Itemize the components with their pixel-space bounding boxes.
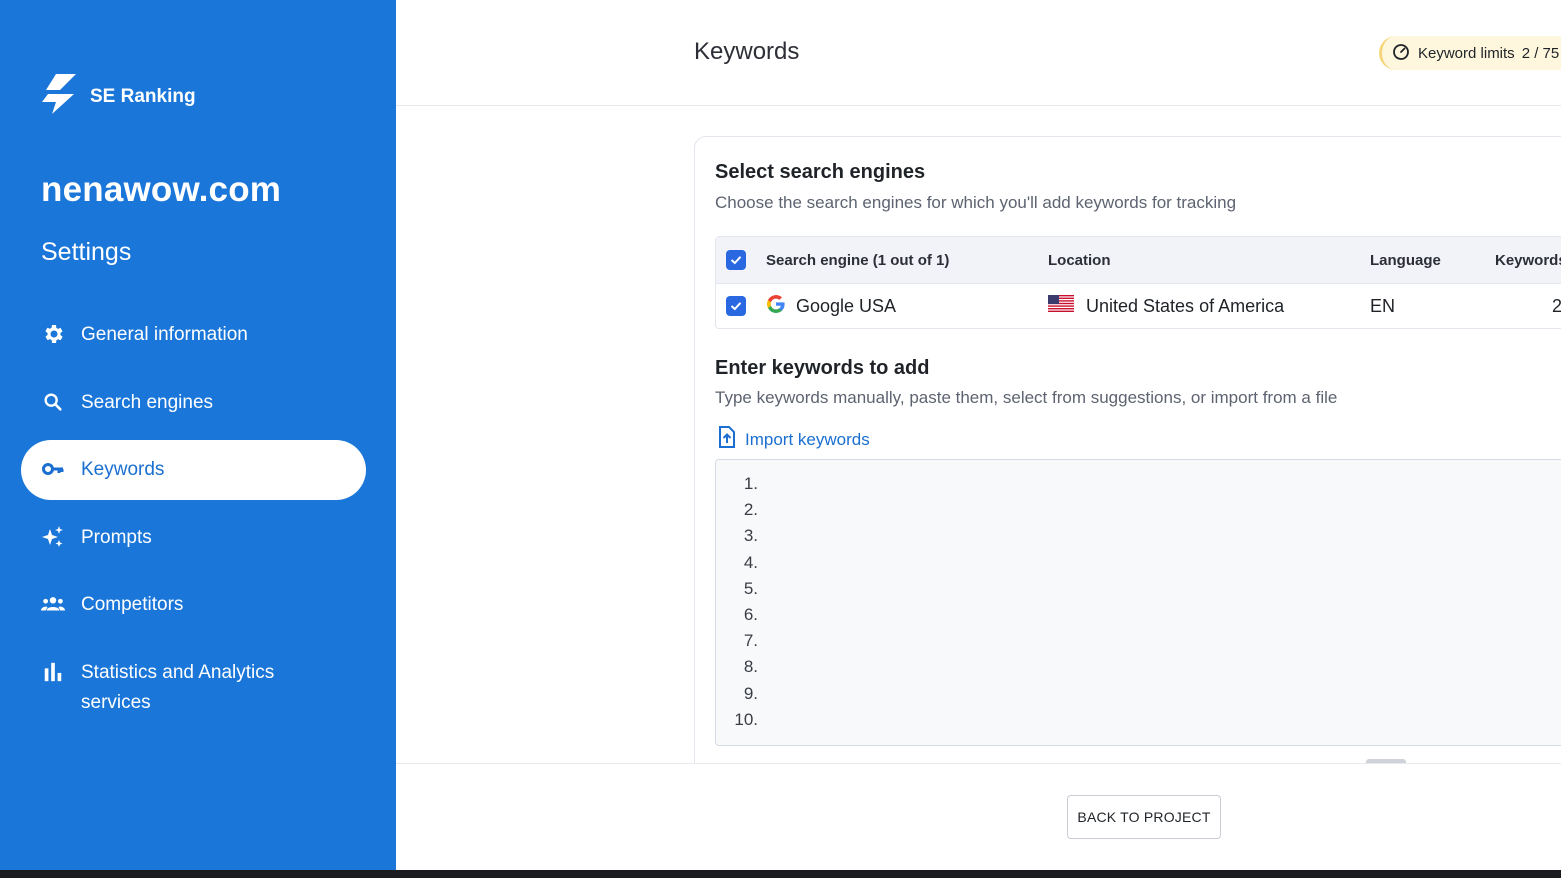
sidebar: SE Ranking nenawow.com Settings General …	[0, 0, 396, 870]
col-language: Language	[1370, 251, 1441, 269]
nav-label: Keywords	[81, 459, 165, 480]
file-upload-icon	[717, 426, 745, 453]
page-title: Keywords	[694, 38, 800, 65]
line-number: 9.	[743, 683, 758, 703]
engine-cell: Google USA	[766, 284, 896, 328]
gauge-icon	[1392, 42, 1418, 64]
bar-chart-icon	[41, 660, 65, 684]
nav-item-search-engines[interactable]: Search engines	[21, 373, 366, 433]
location-cell: United States of America	[1048, 284, 1284, 328]
engine-name: Google USA	[796, 295, 897, 316]
keywords-input-title: Enter keywords to add	[715, 357, 930, 379]
line-number: 2.	[743, 500, 758, 520]
select-all-checkbox[interactable]	[726, 237, 746, 283]
nav-label: Statistics and Analytics services	[81, 661, 275, 713]
keyword-limits-value: 2 / 75	[1521, 44, 1560, 62]
import-keywords-link[interactable]: Import keywords	[717, 426, 870, 453]
keywords-textarea[interactable]: 1. 2. 3. 4. 5. 6. 7. 8. 9. 10.	[715, 459, 1561, 746]
us-flag-icon	[1048, 295, 1086, 317]
language-cell: EN	[1370, 295, 1396, 316]
line-number: 6.	[743, 604, 758, 624]
nav-item-competitors[interactable]: Competitors	[21, 575, 366, 635]
google-icon	[766, 294, 796, 319]
table-row: Google USA United States of America EN 2	[716, 283, 1561, 328]
import-keywords-label: Import keywords	[745, 429, 870, 449]
line-number: 5.	[743, 578, 758, 598]
search-icon	[41, 390, 65, 414]
se-ranking-logo-icon	[40, 74, 76, 119]
line-number: 4.	[743, 552, 758, 572]
line-number: 3.	[743, 526, 758, 546]
taskbar-strip	[0, 870, 1561, 878]
keywords-count-cell: 2	[1552, 295, 1561, 316]
location-name: United States of America	[1086, 295, 1285, 316]
nav-item-statistics-analytics[interactable]: Statistics and Analytics services	[21, 643, 366, 723]
col-keywords: Keywords	[1495, 251, 1561, 269]
gear-icon	[41, 322, 65, 346]
nav-item-prompts[interactable]: Prompts	[21, 508, 366, 568]
keyword-limits-badge[interactable]: Keyword limits 2 / 75	[1379, 36, 1561, 70]
row-checkbox[interactable]	[726, 284, 746, 328]
checkmark-icon	[726, 296, 746, 316]
col-location: Location	[1048, 251, 1111, 269]
checkmark-icon	[726, 250, 746, 270]
nav-label: General information	[81, 324, 248, 345]
page-footer: BACK TO PROJECT	[396, 763, 1561, 870]
sparkle-icon	[41, 525, 65, 549]
line-numbers: 1. 2. 3. 4. 5. 6. 7. 8. 9. 10.	[728, 471, 758, 733]
brand[interactable]: SE Ranking	[40, 74, 196, 119]
keywords-settings-card: Select search engines Choose the search …	[694, 136, 1561, 776]
engines-title: Select search engines	[715, 161, 926, 183]
col-engine: Search engine (1 out of 1)	[766, 251, 950, 269]
key-icon	[41, 457, 65, 481]
keywords-input-subtitle: Type keywords manually, paste them, sele…	[715, 388, 1338, 407]
page-header: Keywords Keyword limits 2 / 75	[396, 0, 1561, 106]
nav-item-general-information[interactable]: General information	[21, 305, 366, 365]
people-icon	[41, 592, 65, 616]
nav-label: Search engines	[81, 391, 214, 413]
nav-label: Prompts	[81, 526, 152, 548]
section-title: Settings	[41, 238, 132, 266]
back-to-project-button[interactable]: BACK TO PROJECT	[1067, 795, 1221, 839]
keyword-limits-label: Keyword limits	[1418, 44, 1515, 62]
nav-label: Competitors	[81, 594, 184, 615]
search-engine-table: Search engine (1 out of 1) Location Lang…	[715, 236, 1561, 329]
brand-name: SE Ranking	[90, 85, 196, 107]
table-header: Search engine (1 out of 1) Location Lang…	[716, 237, 1561, 283]
line-number: 10.	[734, 709, 758, 729]
settings-nav: General information Search engines Keywo…	[21, 305, 366, 730]
engines-subtitle: Choose the search engines for which you'…	[715, 193, 1237, 212]
line-number: 8.	[743, 657, 758, 677]
line-number: 7.	[743, 631, 758, 651]
nav-item-keywords[interactable]: Keywords	[21, 440, 366, 500]
project-domain: nenawow.com	[41, 170, 282, 209]
line-number: 1.	[743, 474, 758, 493]
